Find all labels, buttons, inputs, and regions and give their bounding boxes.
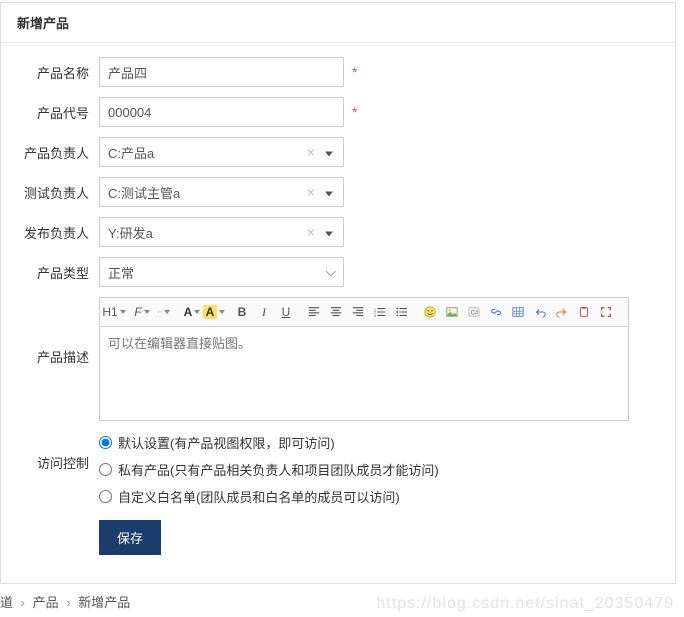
required-star: * — [352, 104, 357, 120]
wrap-test-owner: C:测试主管a × — [99, 177, 344, 207]
ordered-list-icon[interactable]: 123 — [372, 302, 388, 322]
paste-icon[interactable] — [576, 302, 592, 322]
link-icon[interactable] — [488, 302, 504, 322]
label-access-control: 访问控制 — [19, 431, 99, 472]
highlight-button[interactable]: A — [206, 302, 222, 322]
row-product-code: 产品代号 * — [19, 97, 657, 127]
release-owner-select[interactable]: Y:研发a × — [99, 217, 344, 247]
label-product-name: 产品名称 — [19, 63, 99, 82]
watermark-text: https://blog.csdn.net/sinat_20350479 — [376, 595, 674, 613]
access-control-group: 默认设置(有产品视图权限，即可访问) 私有产品(只有产品相关负责人和项目团队成员… — [99, 431, 439, 506]
image-icon[interactable] — [444, 302, 460, 322]
chevron-down-icon[interactable] — [326, 265, 333, 280]
access-radio-private[interactable] — [99, 463, 112, 476]
emoji-icon[interactable] — [422, 302, 438, 322]
fontcolor-button[interactable]: A — [184, 302, 200, 322]
row-product-owner: 产品负责人 C:产品a × — [19, 137, 657, 167]
wrap-product-type: 正常 — [99, 257, 344, 287]
access-label-whitelist: 自定义白名单(团队成员和白名单的成员可以访问) — [118, 487, 400, 506]
product-desc-textarea[interactable] — [100, 327, 628, 417]
undo-icon[interactable] — [532, 302, 548, 322]
clear-icon[interactable]: × — [307, 224, 315, 240]
label-product-type: 产品类型 — [19, 263, 99, 282]
label-product-code: 产品代号 — [19, 103, 99, 122]
svg-text:C#: C# — [471, 311, 479, 317]
help-icon[interactable]: ? — [626, 302, 628, 322]
test-owner-value: C:测试主管a — [108, 183, 180, 202]
dropdown-caret-icon[interactable] — [325, 185, 333, 200]
align-right-icon[interactable] — [350, 302, 366, 322]
breadcrumb-seg-2: 新增产品 — [78, 595, 130, 610]
label-release-owner: 发布负责人 — [19, 223, 99, 242]
access-radio-whitelist[interactable] — [99, 490, 112, 503]
table-icon[interactable] — [510, 302, 526, 322]
label-product-owner: 产品负责人 — [19, 143, 99, 162]
release-owner-value: Y:研发a — [108, 223, 153, 242]
save-button[interactable]: 保存 — [99, 520, 161, 555]
redo-icon[interactable] — [554, 302, 570, 322]
row-product-name: 产品名称 * — [19, 57, 657, 87]
product-code-input[interactable] — [99, 97, 344, 127]
test-owner-select[interactable]: C:测试主管a × — [99, 177, 344, 207]
row-release-owner: 发布负责人 Y:研发a × — [19, 217, 657, 247]
unordered-list-icon[interactable] — [394, 302, 410, 322]
panel-title: 新增产品 — [1, 3, 675, 43]
breadcrumb-seg-1[interactable]: 产品 — [33, 595, 59, 610]
clear-icon[interactable]: × — [307, 184, 315, 200]
access-radio-default[interactable] — [99, 436, 112, 449]
row-actions: 保存 — [19, 516, 657, 555]
access-option-default[interactable]: 默认设置(有产品视图权限，即可访问) — [99, 433, 439, 452]
heading-button[interactable]: H1 — [106, 302, 122, 322]
access-option-whitelist[interactable]: 自定义白名单(团队成员和白名单的成员可以访问) — [99, 487, 439, 506]
breadcrumb-sep: › — [62, 595, 74, 610]
wrap-product-owner: C:产品a × — [99, 137, 344, 167]
label-product-desc: 产品描述 — [19, 297, 99, 366]
row-product-desc: 产品描述 H1 F тT A A B I U — [19, 297, 657, 421]
bold-button[interactable]: B — [234, 302, 250, 322]
editor-toolbar: H1 F тT A A B I U — [100, 298, 628, 327]
svg-text:3: 3 — [374, 314, 376, 318]
product-owner-select[interactable]: C:产品a × — [99, 137, 344, 167]
wrap-release-owner: Y:研发a × — [99, 217, 344, 247]
wrap-product-desc: H1 F тT A A B I U — [99, 297, 629, 421]
italic-button[interactable]: I — [256, 302, 272, 322]
access-label-private: 私有产品(只有产品相关负责人和项目团队成员才能访问) — [118, 460, 439, 479]
code-icon[interactable]: C# — [466, 302, 482, 322]
dropdown-caret-icon[interactable] — [325, 225, 333, 240]
row-access-control: 访问控制 默认设置(有产品视图权限，即可访问) 私有产品(只有产品相关负责人和项… — [19, 431, 657, 506]
access-label-default: 默认设置(有产品视图权限，即可访问) — [118, 433, 335, 452]
product-name-input[interactable] — [99, 57, 344, 87]
label-test-owner: 测试负责人 — [19, 183, 99, 202]
wrap-product-name — [99, 57, 344, 87]
panel-body: 产品名称 * 产品代号 * 产品负责人 C:产品a × — [1, 43, 675, 583]
product-type-value: 正常 — [108, 263, 134, 282]
align-left-icon[interactable] — [306, 302, 322, 322]
rich-text-editor: H1 F тT A A B I U — [99, 297, 629, 421]
breadcrumb-seg-0[interactable]: 道 — [0, 595, 13, 610]
align-center-icon[interactable] — [328, 302, 344, 322]
underline-button[interactable]: U — [278, 302, 294, 322]
row-product-type: 产品类型 正常 — [19, 257, 657, 287]
required-star: * — [352, 64, 357, 80]
fontsize-button[interactable]: тT — [156, 302, 172, 322]
dropdown-caret-icon[interactable] — [325, 145, 333, 160]
breadcrumb-sep: › — [17, 595, 29, 610]
panel-add-product: 新增产品 产品名称 * 产品代号 * 产品负责人 C:产品a × — [0, 2, 676, 584]
breadcrumb: 道 › 产品 › 新增产品 https://blog.csdn.net/sina… — [0, 584, 684, 617]
product-owner-value: C:产品a — [108, 143, 154, 162]
svg-text:T: T — [160, 312, 162, 314]
row-test-owner: 测试负责人 C:测试主管a × — [19, 177, 657, 207]
product-type-select[interactable]: 正常 — [99, 257, 344, 287]
clear-icon[interactable]: × — [307, 144, 315, 160]
wrap-product-code — [99, 97, 344, 127]
access-option-private[interactable]: 私有产品(只有产品相关负责人和项目团队成员才能访问) — [99, 460, 439, 479]
format-button[interactable]: F — [134, 302, 150, 322]
fullscreen-icon[interactable] — [598, 302, 614, 322]
